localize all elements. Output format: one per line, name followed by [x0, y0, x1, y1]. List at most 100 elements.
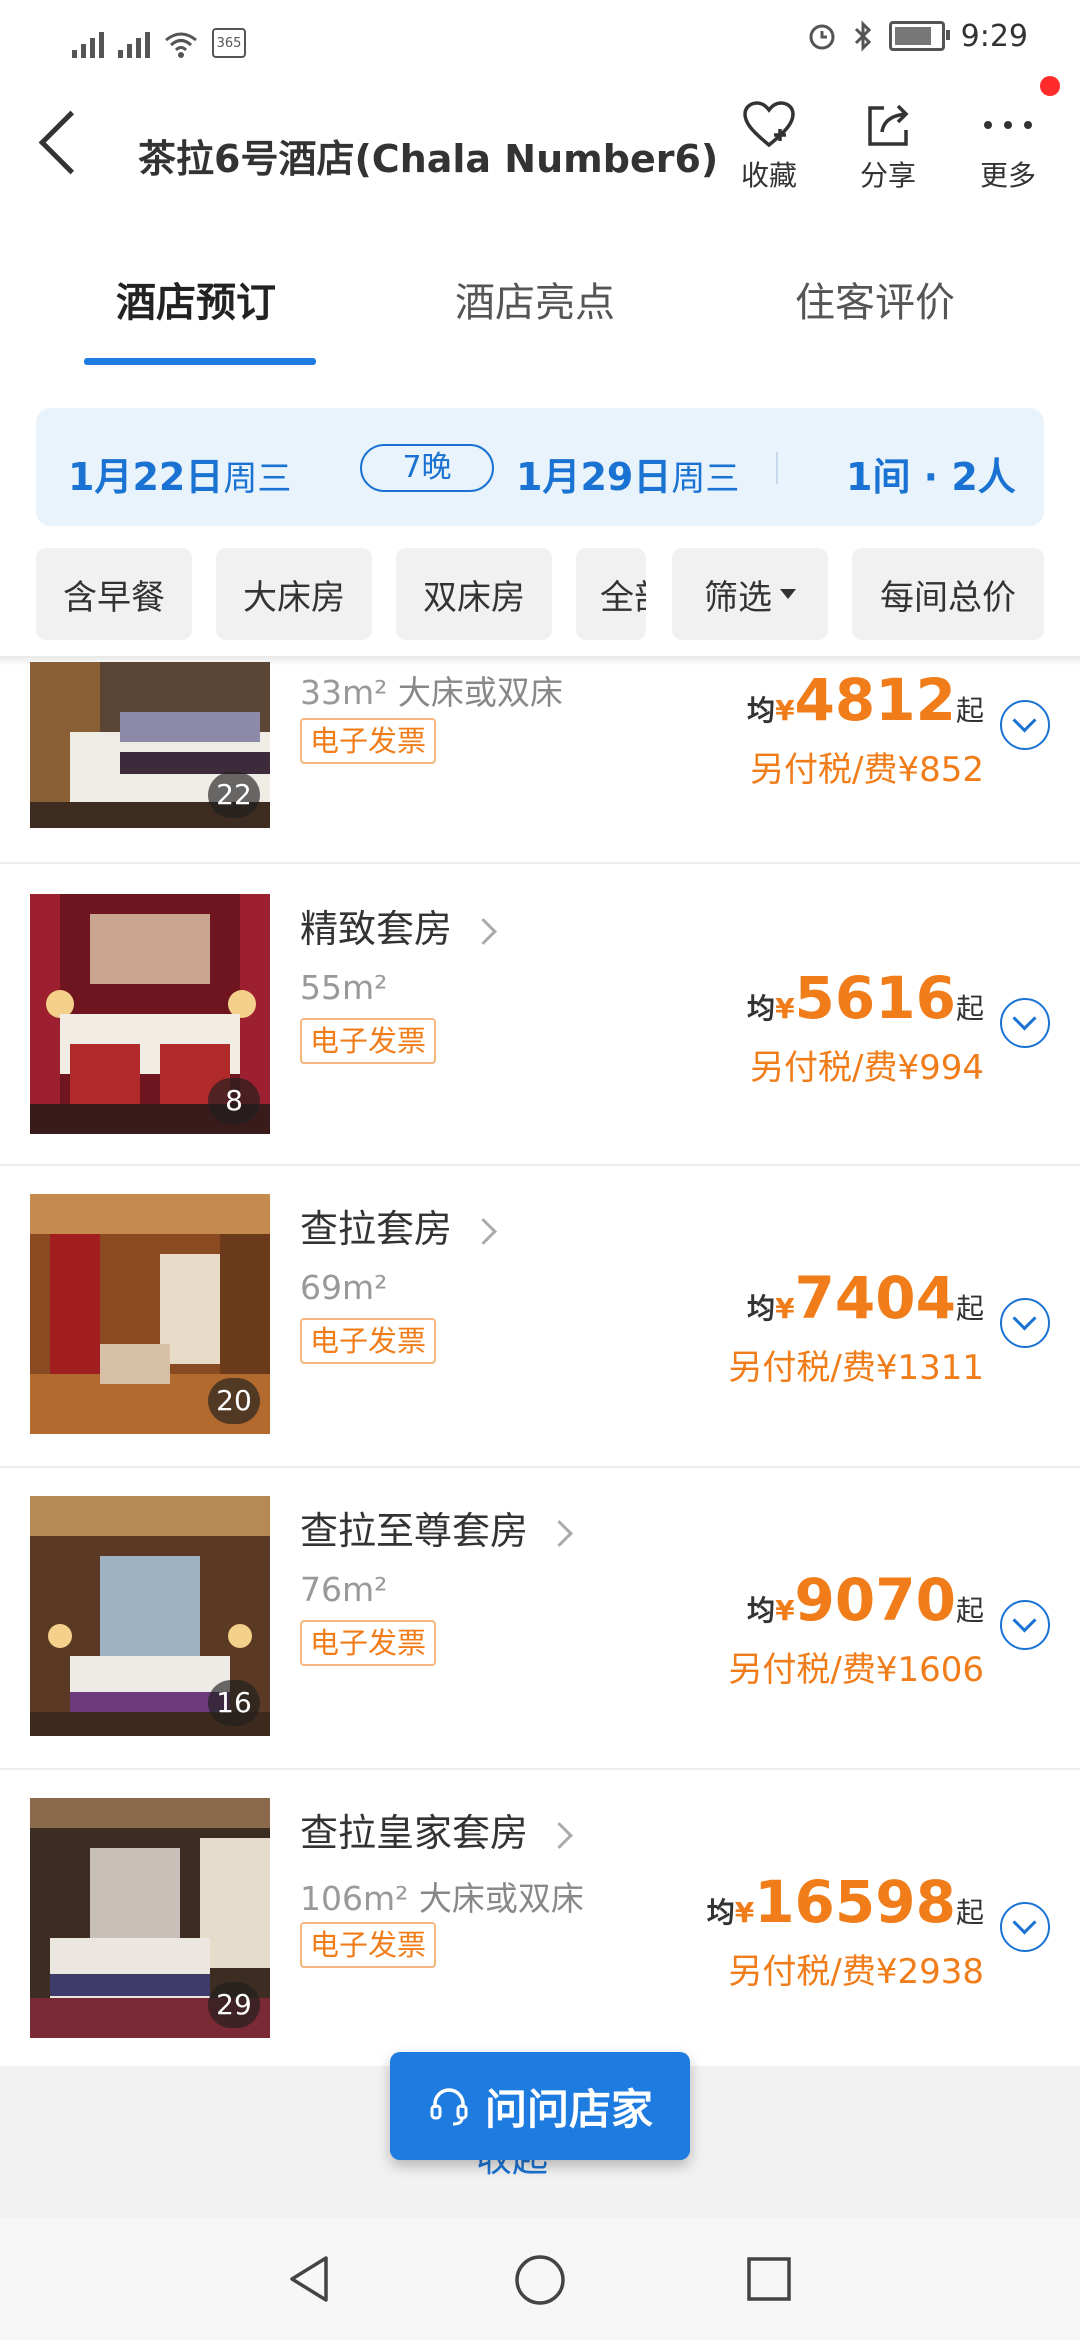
- tab-booking[interactable]: 酒店预订: [116, 270, 276, 328]
- room-row[interactable]: 22 33m² 大床或双床 电子发票 均¥4812起 另付税/费¥852: [0, 662, 1080, 864]
- expand-room-button[interactable]: [1000, 700, 1050, 750]
- room-price: 均¥7404起: [747, 1264, 984, 1332]
- room-area: 106m² 大床或双床: [300, 1879, 584, 1918]
- dropdown-caret-icon: [780, 589, 796, 599]
- hotel-title: 茶拉6号酒店(Chala Number6): [138, 137, 719, 181]
- bluetooth-icon: [854, 20, 871, 52]
- room-name[interactable]: 查拉套房: [300, 1198, 497, 1253]
- share-button[interactable]: 分享: [843, 96, 933, 194]
- filter-total-price[interactable]: 每间总价: [852, 548, 1044, 640]
- room-row[interactable]: 29 查拉皇家套房 106m² 大床或双床 电子发票 均¥16598起 另付税/…: [0, 1770, 1080, 2072]
- ask-host-button[interactable]: 问问店家: [390, 2052, 690, 2160]
- room-name[interactable]: 查拉至尊套房: [300, 1500, 573, 1555]
- room-price: 均¥16598起: [706, 1868, 984, 1936]
- room-photo[interactable]: 20: [30, 1194, 270, 1434]
- status-time: 9:29: [960, 18, 1028, 54]
- filter-king-bed[interactable]: 大床房: [216, 548, 372, 640]
- date-divider: [776, 452, 778, 484]
- status-bar: 365 9:29: [0, 0, 1080, 78]
- calendar-badge-icon: 365: [212, 28, 246, 58]
- price-value: 4812: [794, 666, 956, 734]
- chevron-right-icon: [470, 1218, 497, 1245]
- room-area: 69m²: [300, 1268, 388, 1307]
- room-area: 55m²: [300, 968, 388, 1007]
- photo-count-badge: 29: [208, 1982, 260, 2028]
- more-button[interactable]: 更多: [963, 96, 1053, 194]
- filter-twin-bed[interactable]: 双床房: [396, 548, 552, 640]
- chevron-right-icon: [546, 1520, 573, 1547]
- expand-room-button[interactable]: [1000, 1902, 1050, 1952]
- price-value: 7404: [794, 1264, 956, 1332]
- checkout-weekday: 周三: [671, 459, 740, 499]
- back-button[interactable]: [38, 110, 103, 175]
- filter-breakfast[interactable]: 含早餐: [36, 548, 192, 640]
- room-price: 均¥9070起: [747, 1566, 984, 1634]
- e-invoice-badge: 电子发票: [300, 718, 437, 764]
- filter-more-dropdown[interactable]: 筛选: [672, 548, 828, 640]
- room-bed-type: 大床或双床: [418, 1879, 584, 1918]
- filter-all[interactable]: 全部: [576, 548, 646, 640]
- expand-room-button[interactable]: [1000, 1298, 1050, 1348]
- photo-count-badge: 22: [208, 772, 260, 818]
- room-photo[interactable]: 16: [30, 1496, 270, 1736]
- headset-icon: [430, 2088, 468, 2126]
- nav-home-icon[interactable]: [514, 2254, 566, 2306]
- e-invoice-badge: 电子发票: [300, 1318, 437, 1364]
- room-row[interactable]: 20 查拉套房 69m² 电子发票 均¥7404起 另付税/费¥1311: [0, 1166, 1080, 1468]
- more-dots-icon: [984, 121, 1032, 129]
- room-name[interactable]: 查拉皇家套房: [300, 1802, 573, 1857]
- room-price: 均¥5616起: [747, 964, 984, 1032]
- tax-fee: 另付税/费¥994: [750, 1048, 984, 1088]
- chevron-right-icon: [546, 1822, 573, 1849]
- room-area: 33m² 大床或双床: [300, 673, 563, 712]
- e-invoice-badge: 电子发票: [300, 1018, 437, 1064]
- e-invoice-badge: 电子发票: [300, 1922, 437, 1968]
- system-nav-bar: [0, 2218, 1080, 2340]
- chevron-right-icon: [470, 918, 497, 945]
- status-icons-right: 9:29: [807, 14, 1028, 58]
- tab-reviews[interactable]: 住客评价: [795, 270, 955, 328]
- nav-back-icon[interactable]: [286, 2254, 332, 2304]
- battery-icon: [888, 21, 950, 51]
- photo-count-badge: 20: [208, 1378, 260, 1424]
- status-icons-left: 365: [72, 18, 246, 58]
- price-value: 9070: [794, 1566, 956, 1634]
- tax-fee: 另付税/费¥1311: [728, 1348, 984, 1388]
- share-icon: [868, 104, 909, 146]
- wifi-icon: [165, 32, 197, 58]
- e-invoice-badge: 电子发票: [300, 1620, 437, 1666]
- checkin-weekday: 周三: [223, 459, 292, 499]
- photo-count-badge: 8: [208, 1078, 260, 1124]
- signal-icon: [72, 30, 104, 58]
- room-price: 均¥4812起: [747, 666, 984, 734]
- tab-highlights[interactable]: 酒店亮点: [455, 270, 615, 328]
- room-photo[interactable]: 8: [30, 894, 270, 1134]
- expand-room-button[interactable]: [1000, 1600, 1050, 1650]
- rooms-guests-selector[interactable]: 1间 · 2人: [846, 446, 1016, 501]
- heart-plus-icon: [743, 101, 795, 148]
- room-photo[interactable]: 22: [30, 662, 270, 828]
- room-name[interactable]: 精致套房: [300, 898, 497, 953]
- expand-room-button[interactable]: [1000, 998, 1050, 1048]
- more-label: 更多: [979, 159, 1036, 192]
- ask-host-label: 问问店家: [484, 2084, 653, 2134]
- room-row[interactable]: 8 精致套房 55m² 电子发票 均¥5616起 另付税/费¥994: [0, 864, 1080, 1166]
- price-value: 16598: [754, 1868, 956, 1936]
- checkin-date[interactable]: 1月22日周三: [68, 446, 291, 501]
- share-label: 分享: [859, 159, 916, 192]
- tax-fee: 另付税/费¥852: [750, 750, 984, 790]
- signal-icon-2: [118, 30, 150, 58]
- active-tab-indicator: [84, 358, 316, 365]
- favorite-label: 收藏: [740, 159, 797, 192]
- alarm-icon: [809, 24, 835, 50]
- tax-fee: 另付税/费¥1606: [728, 1650, 984, 1690]
- nav-recents-icon[interactable]: [746, 2256, 792, 2302]
- tax-fee: 另付税/费¥2938: [728, 1952, 984, 1992]
- favorite-button[interactable]: 收藏: [724, 96, 814, 194]
- room-photo[interactable]: 29: [30, 1798, 270, 2038]
- room-bed-type: 大床或双床: [397, 673, 563, 712]
- notification-dot: [1040, 76, 1060, 96]
- room-row[interactable]: 16 查拉至尊套房 76m² 电子发票 均¥9070起 另付税/费¥1606: [0, 1468, 1080, 1770]
- room-area: 76m²: [300, 1570, 388, 1609]
- checkout-date[interactable]: 1月29日周三: [516, 446, 739, 501]
